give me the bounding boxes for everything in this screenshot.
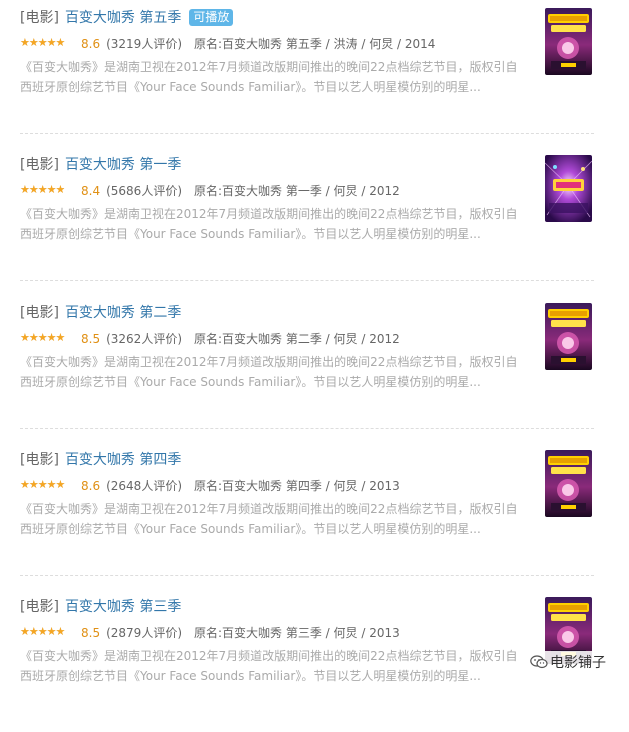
- category-tag: [电影]: [20, 452, 59, 468]
- divider: [20, 428, 594, 429]
- result-item: [电影] 百变大咖秀 第一季 ★★★★★ ★★★★★ 8.4 (5686人评价) 原名:百…: [20, 155, 620, 290]
- result-item: [电影] 百变大咖秀 第二季 ★★★★★ ★★★★★ 8.5 (3262人评价) 原名:百…: [20, 303, 620, 438]
- title-link[interactable]: 百变大咖秀 第二季: [65, 305, 181, 321]
- title-line: [电影] 百变大咖秀 第一季: [20, 155, 181, 175]
- category-tag: [电影]: [20, 599, 59, 615]
- wechat-icon: [530, 653, 548, 669]
- show-poster-gold-icon[interactable]: [545, 450, 592, 517]
- title-link[interactable]: 百变大咖秀 第五季: [65, 10, 181, 26]
- title-line: [电影] 百变大咖秀 第二季: [20, 303, 181, 323]
- vote-count: (3262人评价): [106, 332, 182, 346]
- playable-badge[interactable]: 可播放: [189, 9, 234, 26]
- rating-stars-icon: ★★★★★ ★★★★★: [20, 36, 65, 49]
- subject-info: 原名:百变大咖秀 第一季 / 何炅 / 2012: [194, 184, 400, 198]
- divider: [20, 280, 594, 281]
- rating-line: ★★★★★ ★★★★★ 8.4 (5686人评价) 原名:百变大咖秀 第一季 / 何炅 …: [20, 182, 400, 200]
- rating-score: 8.6: [81, 479, 101, 493]
- rating-line: ★★★★★ ★★★★★ 8.6 (2648人评价) 原名:百变大咖秀 第四季 / 何炅 …: [20, 477, 400, 495]
- title-link[interactable]: 百变大咖秀 第三季: [65, 599, 181, 615]
- subject-info: 原名:百变大咖秀 第五季 / 洪涛 / 何炅 / 2014: [194, 37, 436, 51]
- rating-score: 8.4: [81, 184, 101, 198]
- title-link[interactable]: 百变大咖秀 第一季: [65, 157, 181, 173]
- show-poster-purple-icon[interactable]: [545, 155, 592, 222]
- vote-count: (2648人评价): [106, 479, 182, 493]
- category-tag: [电影]: [20, 305, 59, 321]
- rating-score: 8.5: [81, 626, 101, 640]
- description: 《百变大咖秀》是湖南卫视在2012年7月频道改版期间推出的晚间22点档综艺节目，…: [20, 355, 518, 389]
- description: 《百变大咖秀》是湖南卫视在2012年7月频道改版期间推出的晚间22点档综艺节目，…: [20, 60, 518, 94]
- result-item: [电影] 百变大咖秀 第四季 ★★★★★ ★★★★★ 8.6 (2648人评价) 原名:百…: [20, 450, 620, 585]
- subject-info: 原名:百变大咖秀 第三季 / 何炅 / 2013: [194, 626, 400, 640]
- title-link[interactable]: 百变大咖秀 第四季: [65, 452, 181, 468]
- rating-line: ★★★★★ ★★★★★ 8.5 (3262人评价) 原名:百变大咖秀 第二季 / 何炅 …: [20, 330, 400, 348]
- subject-info: 原名:百变大咖秀 第四季 / 何炅 / 2013: [194, 479, 400, 493]
- description: 《百变大咖秀》是湖南卫视在2012年7月频道改版期间推出的晚间22点档综艺节目，…: [20, 207, 518, 241]
- description: 《百变大咖秀》是湖南卫视在2012年7月频道改版期间推出的晚间22点档综艺节目，…: [20, 502, 518, 536]
- rating-line: ★★★★★ ★★★★★ 8.6 (3219人评价) 原名:百变大咖秀 第五季 / 洪涛 …: [20, 35, 435, 53]
- title-line: [电影] 百变大咖秀 第五季 可播放: [20, 8, 234, 28]
- rating-score: 8.6: [81, 37, 101, 51]
- divider: [20, 133, 594, 134]
- subject-info: 原名:百变大咖秀 第二季 / 何炅 / 2012: [194, 332, 400, 346]
- rating-stars-icon: ★★★★★ ★★★★★: [20, 625, 65, 638]
- show-poster-gold-icon[interactable]: [545, 8, 592, 75]
- category-tag: [电影]: [20, 157, 59, 173]
- vote-count: (5686人评价): [106, 184, 182, 198]
- divider: [20, 575, 594, 576]
- description: 《百变大咖秀》是湖南卫视在2012年7月频道改版期间推出的晚间22点档综艺节目，…: [20, 649, 518, 683]
- rating-stars-icon: ★★★★★ ★★★★★: [20, 183, 65, 196]
- show-poster-gold-icon[interactable]: [545, 303, 592, 370]
- category-tag: [电影]: [20, 10, 59, 26]
- rating-stars-icon: ★★★★★ ★★★★★: [20, 478, 65, 491]
- rating-stars-icon: ★★★★★ ★★★★★: [20, 331, 65, 344]
- watermark-text: 电影铺子: [550, 655, 606, 671]
- vote-count: (3219人评价): [106, 37, 182, 51]
- rating-line: ★★★★★ ★★★★★ 8.5 (2879人评价) 原名:百变大咖秀 第三季 / 何炅 …: [20, 624, 400, 642]
- title-line: [电影] 百变大咖秀 第四季: [20, 450, 181, 470]
- vote-count: (2879人评价): [106, 626, 182, 640]
- watermark: 电影铺子: [526, 651, 610, 675]
- title-line: [电影] 百变大咖秀 第三季: [20, 597, 181, 617]
- result-item: [电影] 百变大咖秀 第五季 可播放 ★★★★★ ★★★★★ 8.6 (3219人评价) 原…: [20, 8, 620, 143]
- rating-score: 8.5: [81, 332, 101, 346]
